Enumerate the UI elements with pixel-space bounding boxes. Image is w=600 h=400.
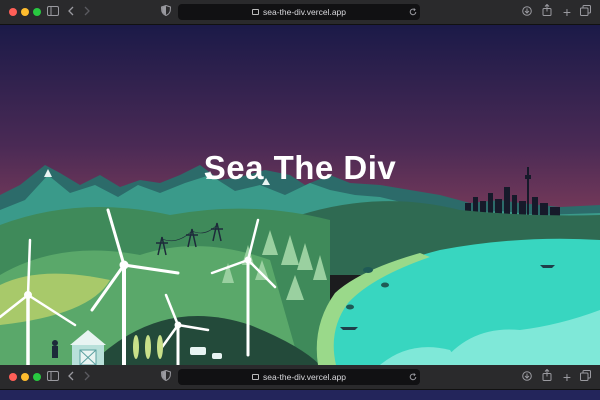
wheat [133, 335, 163, 359]
download-icon[interactable] [521, 4, 533, 20]
window-minimize-button[interactable] [21, 8, 29, 16]
window-close-button[interactable] [9, 8, 17, 16]
address-bar[interactable]: sea-the-div.vercel.app [178, 369, 420, 385]
farmer [52, 340, 58, 346]
back-chevron-icon[interactable] [66, 369, 76, 385]
farmer [52, 346, 58, 358]
url-text: sea-the-div.vercel.app [263, 7, 346, 17]
lock-icon [252, 9, 259, 15]
plus-icon[interactable]: + [561, 4, 573, 20]
rock [381, 282, 389, 288]
share-icon[interactable] [541, 368, 553, 385]
shield-icon[interactable] [160, 4, 172, 20]
rock [363, 267, 373, 273]
window-minimize-button[interactable] [21, 373, 29, 381]
reload-icon[interactable] [408, 4, 418, 20]
reload-icon[interactable] [408, 369, 418, 385]
forward-chevron-icon[interactable] [82, 369, 92, 385]
url-text: sea-the-div.vercel.app [263, 372, 346, 382]
plus-icon[interactable]: + [561, 369, 573, 385]
tabs-overview-icon[interactable] [579, 369, 591, 385]
lock-icon [252, 374, 259, 380]
rock [346, 304, 354, 310]
window-close-button[interactable] [9, 373, 17, 381]
browser-window-second: sea-the-div.vercel.app + [0, 365, 600, 400]
window-maximize-button[interactable] [33, 373, 41, 381]
page-title: Sea The Div [203, 149, 397, 186]
page-viewport: Sea The Div [0, 25, 600, 365]
page-viewport [0, 390, 600, 400]
sidebar-icon[interactable] [46, 4, 60, 20]
window-maximize-button[interactable] [33, 8, 41, 16]
sidebar-icon[interactable] [46, 369, 60, 385]
download-icon[interactable] [521, 369, 533, 385]
shield-icon[interactable] [160, 369, 172, 385]
address-bar[interactable]: sea-the-div.vercel.app [178, 4, 420, 20]
canoe [340, 327, 358, 330]
cow [190, 347, 206, 355]
browser-toolbar: sea-the-div.vercel.app + [0, 365, 600, 390]
forward-chevron-icon[interactable] [82, 4, 92, 20]
tabs-overview-icon[interactable] [579, 4, 591, 20]
browser-toolbar: sea-the-div.vercel.app + [0, 0, 600, 25]
share-icon[interactable] [541, 3, 553, 20]
back-chevron-icon[interactable] [66, 4, 76, 20]
cow [212, 353, 222, 359]
browser-window: sea-the-div.vercel.app + Sea The Div [0, 0, 600, 400]
landscape-illustration [0, 25, 600, 365]
